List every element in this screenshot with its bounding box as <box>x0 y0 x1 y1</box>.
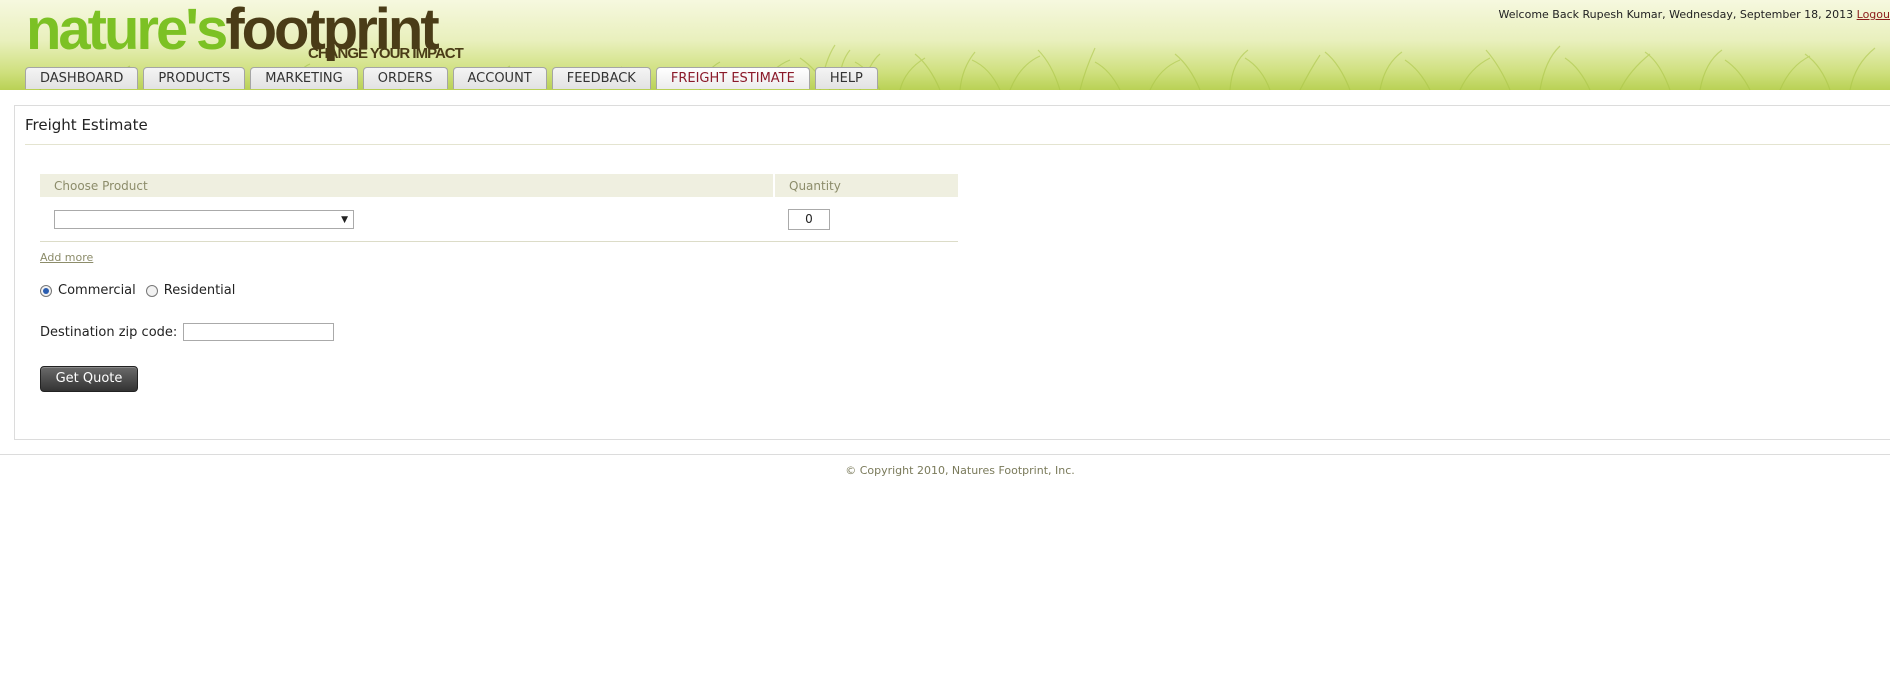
tab-feedback[interactable]: FEEDBACK <box>551 67 651 89</box>
zip-row: Destination zip code: <box>40 323 335 341</box>
dropdown-arrow-icon: ▼ <box>341 214 348 225</box>
page-title: Freight Estimate <box>25 116 148 134</box>
main-nav: DASHBOARD PRODUCTS MARKETING ORDERS ACCO… <box>25 67 878 89</box>
table-row: ▼ <box>40 197 958 242</box>
add-more-link[interactable]: Add more <box>40 251 93 264</box>
brand-tagline: CHANGE YOUR IMPACT <box>308 45 464 62</box>
tab-help[interactable]: HELP <box>814 67 878 89</box>
get-quote-button[interactable]: Get Quote <box>40 366 138 392</box>
delivery-type-group: Commercial Residential <box>40 283 245 298</box>
column-header-quantity: Quantity <box>773 174 958 197</box>
product-table: Choose Product Quantity ▼ <box>40 174 958 242</box>
tab-account[interactable]: ACCOUNT <box>452 67 547 89</box>
logo-word-natures: nature's <box>26 0 228 62</box>
tab-orders[interactable]: ORDERS <box>362 67 448 89</box>
title-divider <box>25 144 1890 145</box>
product-cell: ▼ <box>40 197 774 242</box>
residential-radio[interactable] <box>145 284 158 297</box>
tab-freight-estimate[interactable]: FREIGHT ESTIMATE <box>655 67 810 89</box>
commercial-radio[interactable] <box>40 284 52 297</box>
quantity-input[interactable] <box>788 208 830 230</box>
commercial-label[interactable]: Commercial <box>58 283 136 298</box>
residential-label[interactable]: Residential <box>164 283 236 298</box>
freight-estimate-panel: Freight Estimate Choose Product Quantity… <box>14 105 1890 440</box>
zip-code-input[interactable] <box>183 323 335 341</box>
tab-dashboard[interactable]: DASHBOARD <box>25 67 139 89</box>
footer-divider <box>0 454 1890 455</box>
column-header-product: Choose Product <box>40 174 774 197</box>
site-footer: © Copyright 2010, Natures Footprint, Inc… <box>0 464 1890 477</box>
table-header-row: Choose Product Quantity <box>40 174 958 197</box>
site-header: nature'sfootprint CHANGE YOUR IMPACT Wel… <box>0 0 1890 90</box>
logout-link[interactable]: Logou <box>1857 8 1890 21</box>
tab-products[interactable]: PRODUCTS <box>143 67 246 89</box>
copyright-text: © Copyright 2010, Natures Footprint, Inc… <box>845 464 1075 477</box>
quantity-cell <box>774 197 958 242</box>
tab-marketing[interactable]: MARKETING <box>250 67 358 89</box>
welcome-bar: Welcome Back Rupesh Kumar, Wednesday, Se… <box>1498 8 1890 21</box>
zip-label: Destination zip code: <box>40 324 178 340</box>
product-select[interactable]: ▼ <box>54 209 354 229</box>
welcome-text: Welcome Back Rupesh Kumar, Wednesday, Se… <box>1498 8 1854 21</box>
